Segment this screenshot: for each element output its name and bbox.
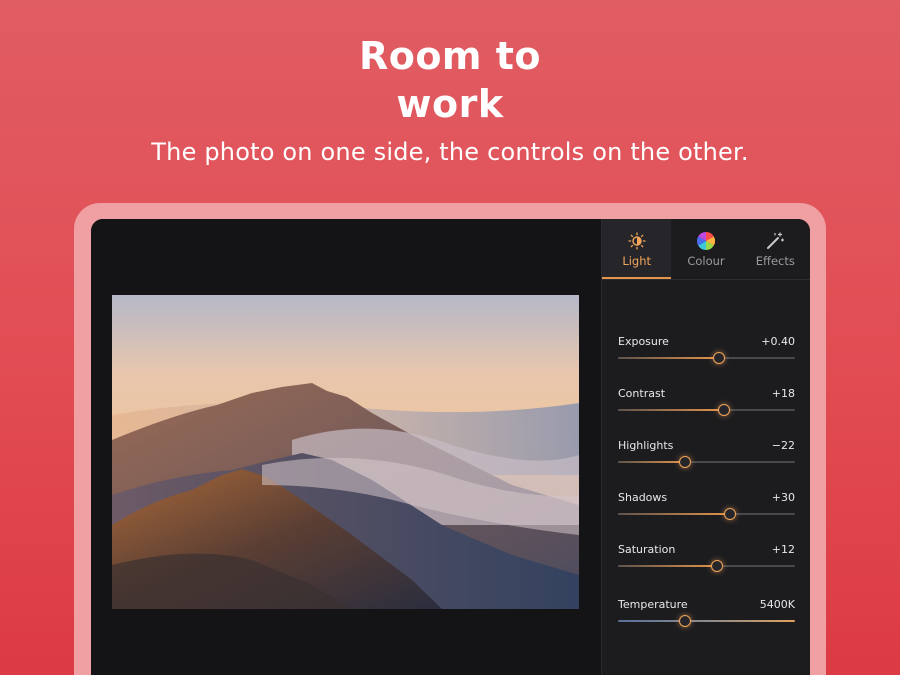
editor-screen: Light Colour Effects Exposure +0.40 Cont…: [91, 219, 810, 675]
slider-thumb[interactable]: [711, 560, 724, 572]
mountain-photo: [112, 295, 579, 609]
slider-fill: [618, 513, 730, 515]
slider-thumb[interactable]: [723, 508, 736, 520]
slider-thumb[interactable]: [712, 352, 725, 364]
slider-thumb[interactable]: [679, 615, 692, 627]
slider-shadows: Shadows +30: [618, 491, 795, 543]
slider-value: +12: [771, 543, 795, 556]
slider-fill: [618, 409, 725, 411]
slider-thumb[interactable]: [718, 404, 731, 416]
slider-temperature: Temperature 5400K: [618, 598, 795, 650]
slider-track[interactable]: [618, 404, 795, 416]
slider-track[interactable]: [618, 508, 795, 520]
hero-title-line1: Room to: [358, 34, 542, 78]
slider-value: +0.40: [761, 335, 795, 348]
tab-effects-label: Effects: [755, 254, 795, 268]
slider-track[interactable]: [618, 560, 795, 572]
slider-value: −22: [771, 439, 795, 452]
slider-label: Contrast: [618, 387, 666, 400]
photo-preview[interactable]: [112, 295, 579, 609]
tab-colour-label: Colour: [687, 254, 725, 268]
colour-wheel-icon: [696, 232, 715, 250]
slider-saturation: Saturation +12: [618, 543, 795, 595]
magic-wand-icon: [766, 232, 785, 250]
slider-highlights: Highlights −22: [618, 439, 795, 491]
tab-colour[interactable]: Colour: [671, 219, 740, 279]
adjustment-sliders: Exposure +0.40 Contrast +18 Highlights −…: [618, 335, 795, 650]
slider-value: 5400K: [759, 598, 795, 611]
slider-label: Shadows: [618, 491, 668, 504]
slider-label: Saturation: [618, 543, 676, 556]
slider-label: Exposure: [618, 335, 669, 348]
adjustments-panel: Light Colour Effects Exposure +0.40 Cont…: [601, 219, 810, 675]
hero-subtitle: The photo on one side, the controls on t…: [151, 138, 749, 166]
hero-title-line2: work: [396, 82, 504, 126]
tab-light[interactable]: Light: [602, 219, 672, 279]
slider-track[interactable]: [618, 615, 795, 627]
photo-canvas[interactable]: [91, 219, 601, 675]
slider-value: +30: [771, 491, 795, 504]
hero-title: Room to work: [0, 32, 900, 128]
slider-track[interactable]: [618, 456, 795, 468]
slider-label: Temperature: [618, 598, 688, 611]
tab-light-label: Light: [622, 254, 652, 268]
slider-fill: [618, 565, 718, 567]
panel-tabs: Light Colour Effects: [602, 219, 810, 280]
slider-contrast: Contrast +18: [618, 387, 795, 439]
slider-fill: [618, 357, 719, 359]
slider-label: Highlights: [618, 439, 674, 452]
slider-value: +18: [771, 387, 795, 400]
sun-half-icon: [628, 232, 646, 250]
tab-effects[interactable]: Effects: [741, 219, 810, 279]
slider-track[interactable]: [618, 352, 795, 364]
slider-thumb[interactable]: [679, 456, 692, 468]
slider-exposure: Exposure +0.40: [618, 335, 795, 387]
slider-fill: [618, 461, 686, 463]
